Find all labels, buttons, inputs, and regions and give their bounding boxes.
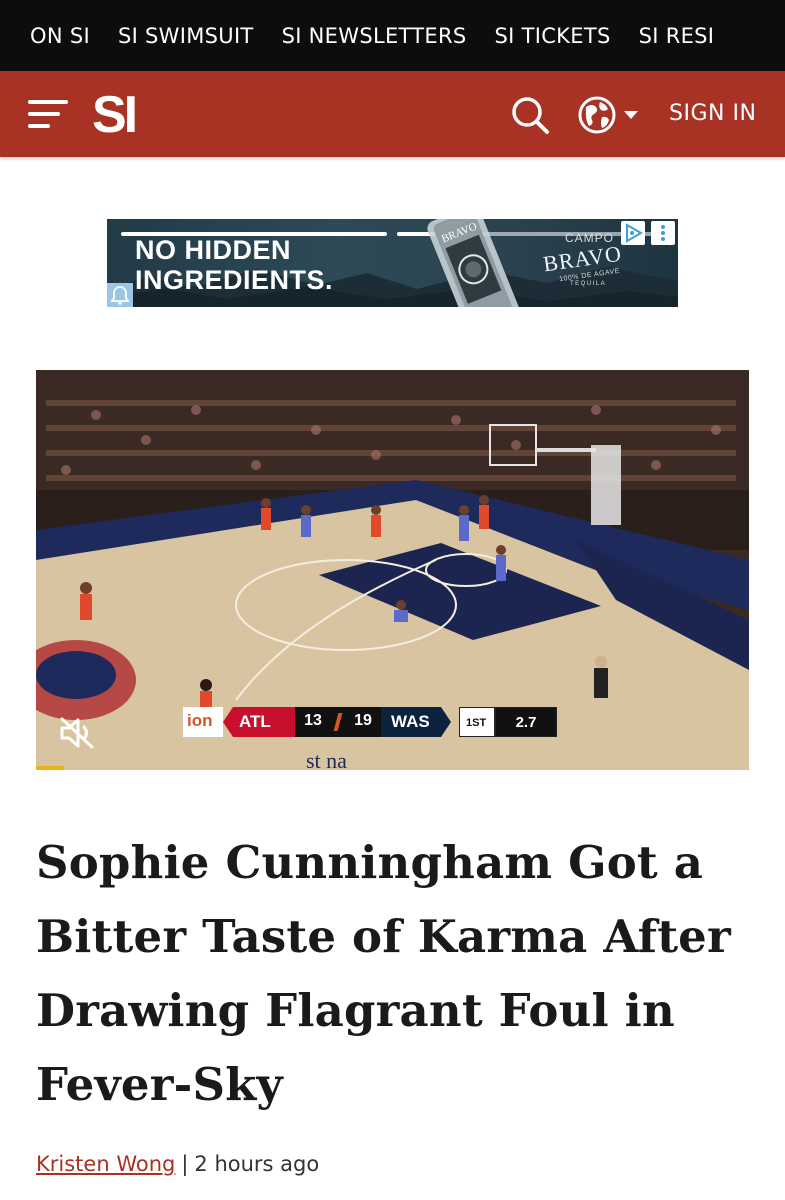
ad-headline-line1: NO HIDDEN (135, 235, 292, 265)
publish-time: 2 hours ago (194, 1152, 320, 1176)
hamburger-icon[interactable] (28, 96, 70, 132)
tequila-bottle-image: BRAVO (427, 219, 520, 307)
topnav-si-newsletters[interactable]: SI NEWSLETTERS (282, 24, 467, 48)
ad-menu-icon[interactable] (651, 221, 675, 245)
si-logo[interactable]: SI (92, 89, 158, 139)
author-link[interactable]: Kristen Wong (36, 1152, 175, 1176)
team2-name: WAS (381, 707, 451, 737)
article-title: Sophie Cunningham Got a Bitter Taste of … (36, 836, 731, 1111)
scorebug: ion ATL 13 19 WAS 1ST 2.7 (183, 707, 557, 737)
site-header: SI SIGN IN (0, 71, 785, 157)
topnav-si-resi[interactable]: SI RESI (639, 24, 715, 48)
topnav-si-swimsuit[interactable]: SI SWIMSUIT (118, 24, 254, 48)
network-logo: ion (183, 707, 223, 737)
bell-icon[interactable] (107, 283, 133, 307)
si-logo-text: SI (92, 89, 135, 139)
video-progress-bar[interactable] (36, 766, 64, 770)
search-icon[interactable] (510, 95, 550, 135)
team2-score: 19 (345, 707, 381, 737)
topnav-si-tickets[interactable]: SI TICKETS (495, 24, 611, 48)
byline-separator: | (181, 1152, 189, 1176)
team1-score: 13 (295, 707, 331, 737)
game-period: 1ST (459, 707, 495, 737)
ad-headline: NO HIDDEN INGREDIENTS. (135, 235, 333, 295)
chevron-down-icon (624, 111, 638, 119)
team1-name: ATL (223, 707, 295, 737)
top-nav-items: ON SI SI SWIMSUIT SI NEWSLETTERS SI TICK… (0, 0, 785, 71)
globe-icon[interactable] (578, 95, 644, 135)
score-separator (331, 707, 345, 737)
video-player[interactable]: st na ion ATL 13 19 WAS 1ST 2.7 (36, 370, 749, 770)
svg-text:st na: st na (306, 748, 347, 770)
article-byline: Kristen Wong | 2 hours ago (36, 1152, 319, 1176)
top-nav-bar: ON SI SI SWIMSUIT SI NEWSLETTERS SI TICK… (0, 0, 785, 71)
muted-speaker-icon[interactable] (56, 715, 100, 751)
ad-banner[interactable]: NO HIDDEN INGREDIENTS. BRAVO CAMPO BRAVO… (107, 219, 678, 307)
shot-clock: 2.7 (495, 707, 557, 737)
adchoices-icon[interactable] (621, 221, 645, 245)
ad-headline-line2: INGREDIENTS. (135, 265, 334, 295)
topnav-on-si[interactable]: ON SI (30, 24, 90, 48)
ad-brand-sub2: TEQUILA (570, 281, 607, 287)
sign-in-button[interactable]: SIGN IN (669, 101, 756, 126)
